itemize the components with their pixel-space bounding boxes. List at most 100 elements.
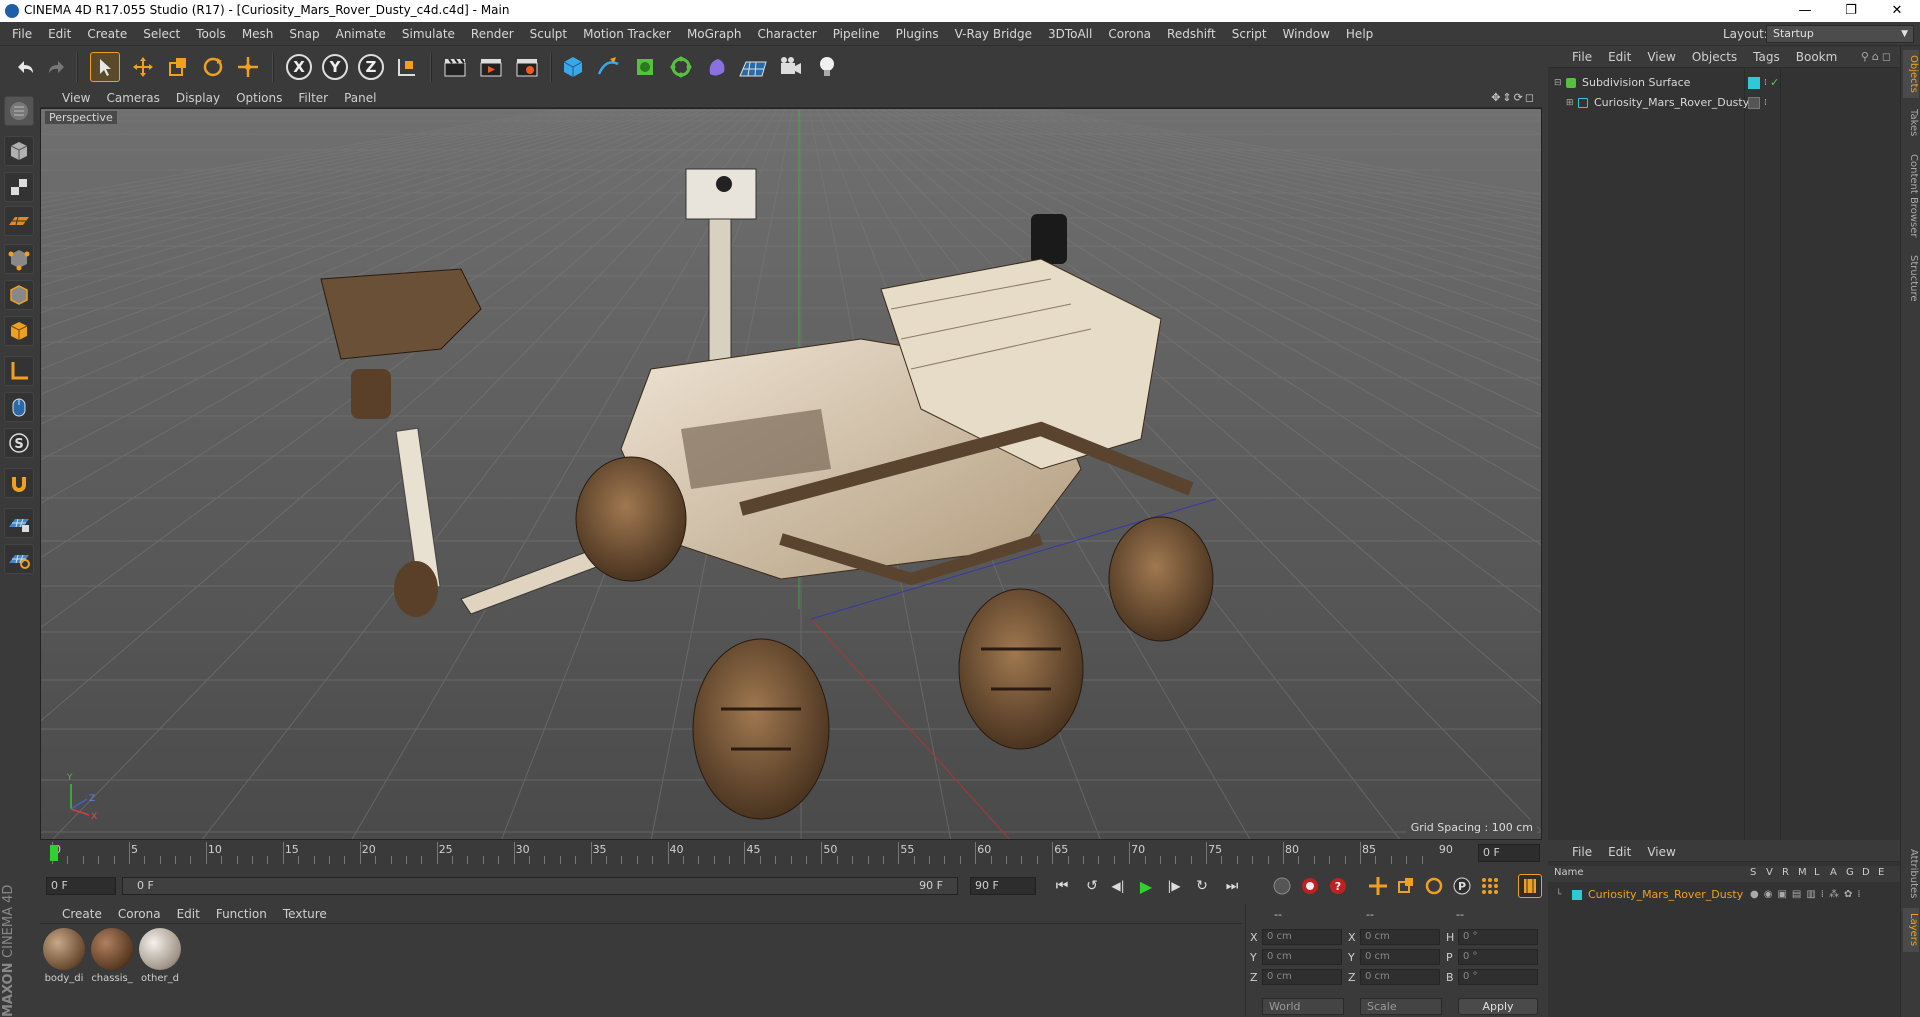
tab-takes[interactable]: Takes <box>1903 104 1919 142</box>
add-camera-button[interactable] <box>776 52 806 82</box>
material-menu-create[interactable]: Create <box>54 904 110 924</box>
model-mode-button[interactable] <box>4 136 34 166</box>
add-light-button[interactable] <box>812 52 842 82</box>
menu-help[interactable]: Help <box>1338 22 1381 46</box>
solo-mode-button[interactable]: S <box>4 428 34 458</box>
minimize-button[interactable]: — <box>1782 0 1828 22</box>
workplane-lock-button[interactable] <box>4 508 34 538</box>
render-settings-button[interactable] <box>512 52 542 82</box>
layer-menu-file[interactable]: File <box>1564 842 1600 862</box>
next-frame-button[interactable]: |▶ <box>1162 874 1186 898</box>
collapse-icon[interactable]: ⊟ <box>1554 74 1562 92</box>
play-button[interactable]: ▶ <box>1134 874 1158 898</box>
menu-3dtoall[interactable]: 3DToAll <box>1040 22 1100 46</box>
flag-header-e[interactable]: E <box>1878 867 1884 878</box>
material-menu-edit[interactable]: Edit <box>169 904 208 924</box>
menu-file[interactable]: File <box>4 22 40 46</box>
playhead[interactable] <box>50 845 58 861</box>
axis-mode-button[interactable] <box>4 356 34 386</box>
menu-mesh[interactable]: Mesh <box>234 22 282 46</box>
material-menu-texture[interactable]: Texture <box>275 904 335 924</box>
flag-header-d[interactable]: D <box>1862 867 1870 878</box>
layer-flag-icons[interactable]: ●◉▣▤▥⁞⁂✿⁞ <box>1750 886 1866 904</box>
layer-menu-view[interactable]: View <box>1639 842 1683 862</box>
go-to-start-button[interactable]: ⏮ <box>1050 874 1074 898</box>
tab-attributes[interactable]: Attributes <box>1903 844 1919 904</box>
render-to-picture-viewer-button[interactable] <box>476 52 506 82</box>
menu-snap[interactable]: Snap <box>281 22 327 46</box>
viewport-nav-icons[interactable]: ✥⇕⟳◻ <box>1491 91 1536 104</box>
redo-button[interactable] <box>42 52 72 82</box>
layer-swatch[interactable] <box>1748 97 1760 109</box>
menu-window[interactable]: Window <box>1275 22 1338 46</box>
timeline-window-button[interactable] <box>1518 874 1542 898</box>
size-x-field[interactable]: 0 cm <box>1360 929 1440 945</box>
layer-color-swatch[interactable] <box>1572 890 1582 900</box>
menu-sculpt[interactable]: Sculpt <box>522 22 575 46</box>
tweak-mode-button[interactable] <box>4 392 34 422</box>
menu-tools[interactable]: Tools <box>188 22 234 46</box>
close-button[interactable]: ✕ <box>1874 0 1920 22</box>
key-position-button[interactable] <box>1366 874 1390 898</box>
flag-header-r[interactable]: R <box>1782 867 1789 878</box>
texture-mode-button[interactable] <box>4 172 34 202</box>
planar-workplane-button[interactable] <box>4 544 34 574</box>
points-mode-button[interactable] <box>4 244 34 274</box>
add-cube-button[interactable] <box>558 52 588 82</box>
material-menu-function[interactable]: Function <box>208 904 275 924</box>
tab-content-browser[interactable]: Content Browser <box>1903 148 1919 244</box>
object-menu-bookm[interactable]: Bookm <box>1788 46 1846 68</box>
start-frame-field[interactable]: 0 F <box>46 877 116 895</box>
key-parameter-button[interactable]: P <box>1450 874 1474 898</box>
viewport-menu-cameras[interactable]: Cameras <box>98 88 167 108</box>
size-y-field[interactable]: 0 cm <box>1360 949 1440 965</box>
record-active-objects-button[interactable] <box>1270 874 1294 898</box>
menu-render[interactable]: Render <box>463 22 522 46</box>
make-editable-button[interactable] <box>4 96 34 126</box>
key-point-level-button[interactable] <box>1478 874 1502 898</box>
flag-header-a[interactable]: A <box>1830 867 1837 878</box>
add-spline-button[interactable] <box>594 52 624 82</box>
flag-header-l[interactable]: L <box>1814 867 1820 878</box>
flag-header-m[interactable]: M <box>1798 867 1807 878</box>
keyframe-selection-button[interactable]: ? <box>1326 874 1350 898</box>
flag-header-v[interactable]: V <box>1766 867 1773 878</box>
tab-structure[interactable]: Structure <box>1903 250 1919 306</box>
object-row-subdivision[interactable]: ⊟ Subdivision Surface ⁞ ✓ <box>1548 74 1900 92</box>
rotate-tool-button[interactable] <box>198 52 228 82</box>
viewport-menu-filter[interactable]: Filter <box>290 88 336 108</box>
coordinate-space-dropdown[interactable]: World <box>1262 998 1344 1015</box>
size-z-field[interactable]: 0 cm <box>1360 969 1440 985</box>
timeline-ruler[interactable]: 051015202530354045505560657075808590 0 F <box>40 842 1542 864</box>
rotation-b-field[interactable]: 0 ° <box>1458 969 1538 985</box>
previous-frame-button[interactable]: ◀| <box>1106 874 1130 898</box>
object-menu-edit[interactable]: Edit <box>1600 46 1639 68</box>
workplane-mode-button[interactable] <box>4 206 34 236</box>
menu-character[interactable]: Character <box>749 22 824 46</box>
current-frame-field[interactable]: 0 F <box>1478 844 1540 862</box>
flag-header-s[interactable]: S <box>1750 867 1756 878</box>
next-key-button[interactable]: ↻ <box>1190 874 1214 898</box>
material-menu-corona[interactable]: Corona <box>110 904 169 924</box>
size-mode-dropdown[interactable]: Scale <box>1360 998 1442 1015</box>
z-axis-lock-button[interactable]: Z <box>356 52 386 82</box>
layer-menu-edit[interactable]: Edit <box>1600 842 1639 862</box>
rotation-p-field[interactable]: 0 ° <box>1458 949 1538 965</box>
restore-button[interactable]: ❐ <box>1828 0 1874 22</box>
object-menu-objects[interactable]: Objects <box>1684 46 1745 68</box>
visibility-dots-icon[interactable]: ⁞ <box>1764 94 1767 112</box>
menu-animate[interactable]: Animate <box>328 22 394 46</box>
key-rotation-button[interactable] <box>1422 874 1446 898</box>
object-menu-tags[interactable]: Tags <box>1745 46 1788 68</box>
viewport-menu-panel[interactable]: Panel <box>336 88 384 108</box>
menu-corona[interactable]: Corona <box>1100 22 1159 46</box>
add-array-button[interactable] <box>666 52 696 82</box>
previous-key-button[interactable]: ↺ <box>1080 874 1104 898</box>
enabled-check-icon[interactable]: ✓ <box>1770 74 1779 92</box>
material-other[interactable]: other_d <box>138 928 182 984</box>
rotation-h-field[interactable]: 0 ° <box>1458 929 1538 945</box>
coordinate-system-button[interactable] <box>392 52 422 82</box>
perspective-viewport[interactable]: Y Z X Perspective Grid Spacing : 100 cm <box>40 108 1542 840</box>
scale-tool-button[interactable] <box>163 52 193 82</box>
end-frame-field[interactable]: 90 F <box>970 877 1036 895</box>
